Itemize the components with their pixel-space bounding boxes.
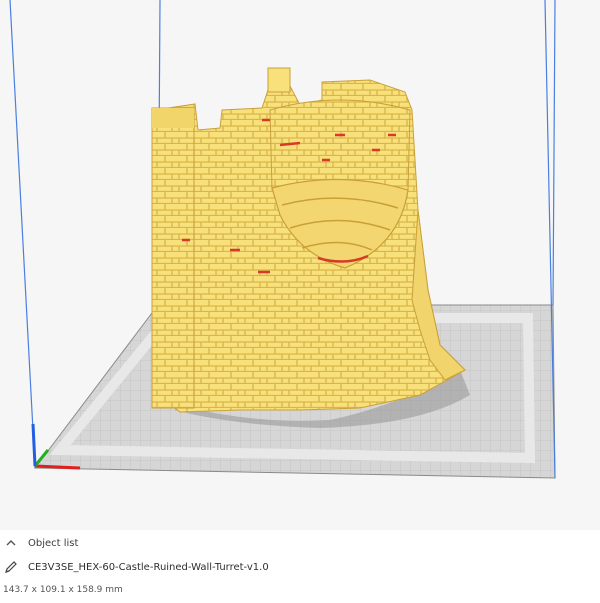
pencil-icon[interactable]: [4, 560, 18, 574]
object-name-row: CE3V3SE_HEX-60-Castle-Ruined-Wall-Turret…: [4, 558, 269, 576]
chevron-up-icon[interactable]: [4, 536, 18, 550]
castle-model[interactable]: [151, 67, 466, 413]
3d-viewport[interactable]: [0, 0, 600, 530]
object-name: CE3V3SE_HEX-60-Castle-Ruined-Wall-Turret…: [28, 561, 269, 573]
dimensions-row: 143.7 x 109.1 x 158.9 mm: [3, 582, 123, 598]
object-panel: Object list CE3V3SE_HEX-60-Castle-Ruined…: [0, 530, 600, 603]
object-list-toggle[interactable]: Object list: [4, 534, 78, 552]
object-list-label: Object list: [28, 537, 79, 549]
object-dimensions: 143.7 x 109.1 x 158.9 mm: [3, 585, 123, 595]
scene-canvas[interactable]: [0, 0, 600, 530]
